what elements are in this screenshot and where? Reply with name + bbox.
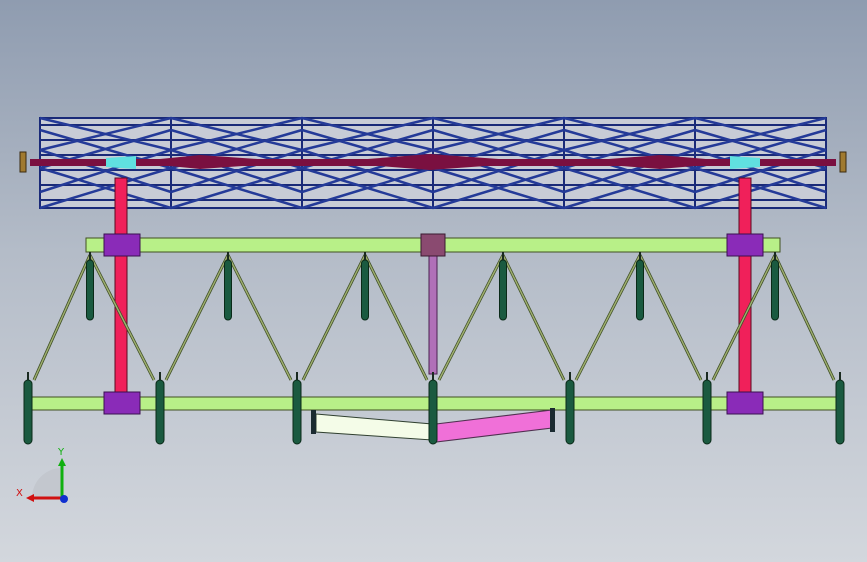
mount-block-lower-right (726, 391, 764, 415)
mount-block-center (420, 233, 446, 257)
spring-arm-highlight (438, 254, 504, 381)
tine (636, 259, 644, 321)
cad-viewport[interactable]: X Y (0, 0, 867, 562)
tine (702, 379, 712, 445)
cultivator-assembly-drawing: X Y (16, 116, 847, 503)
spring-arm-highlight (502, 254, 565, 381)
spring-arm-highlight (364, 254, 428, 381)
z-axis-dot (60, 495, 68, 503)
roller-end-cap-left (106, 156, 136, 169)
link-end-plate (311, 410, 316, 434)
triad-background-arc (32, 468, 62, 498)
tine (835, 379, 845, 445)
tine-bolt (296, 372, 298, 380)
spring-arm-highlight (774, 254, 835, 381)
tine-bolt (27, 372, 29, 380)
tine-bolt (639, 252, 641, 260)
mount-block-upper-left (103, 233, 141, 257)
tine-bolt (364, 252, 366, 260)
x-axis-arrowhead (26, 494, 34, 502)
y-axis-label: Y (57, 447, 65, 458)
right-center-link (435, 409, 553, 443)
tine-bolt (839, 372, 841, 380)
tine (86, 259, 94, 321)
mount-block-lower-left (103, 391, 141, 415)
tine (771, 259, 779, 321)
roller-cage (19, 116, 847, 210)
y-axis-arrowhead (58, 458, 66, 466)
center-post (428, 249, 438, 375)
tine (292, 379, 302, 445)
tine-bolt (89, 252, 91, 260)
spring-arm-highlight (302, 254, 366, 381)
link-end-plate (550, 408, 555, 432)
spring-arm-highlight (227, 254, 292, 381)
bearing-left (19, 151, 27, 173)
bearing-right (839, 151, 847, 173)
tine-bolt (432, 372, 434, 380)
spring-arm-highlight (639, 254, 702, 381)
tine (428, 379, 438, 445)
axis-triad: X Y (16, 447, 68, 503)
tine-bolt (502, 252, 504, 260)
tine (23, 379, 33, 445)
mount-block-upper-right (726, 233, 764, 257)
x-axis-label: X (16, 488, 23, 499)
left-center-link (315, 413, 433, 441)
tine-bolt (774, 252, 776, 260)
spring-arm-highlight (165, 254, 229, 381)
spring-arm-highlight (575, 254, 641, 381)
spring-arm-highlight (33, 254, 91, 381)
tine (224, 259, 232, 321)
tine (565, 379, 575, 445)
crimson-post-left (114, 177, 128, 405)
crimson-post-right (738, 177, 752, 405)
tine-bolt (159, 372, 161, 380)
tine-bolt (569, 372, 571, 380)
tine (155, 379, 165, 445)
roller-end-cap-right (730, 156, 760, 169)
tine-bolt (706, 372, 708, 380)
tine-bolt (227, 252, 229, 260)
tine (499, 259, 507, 321)
tine (361, 259, 369, 321)
